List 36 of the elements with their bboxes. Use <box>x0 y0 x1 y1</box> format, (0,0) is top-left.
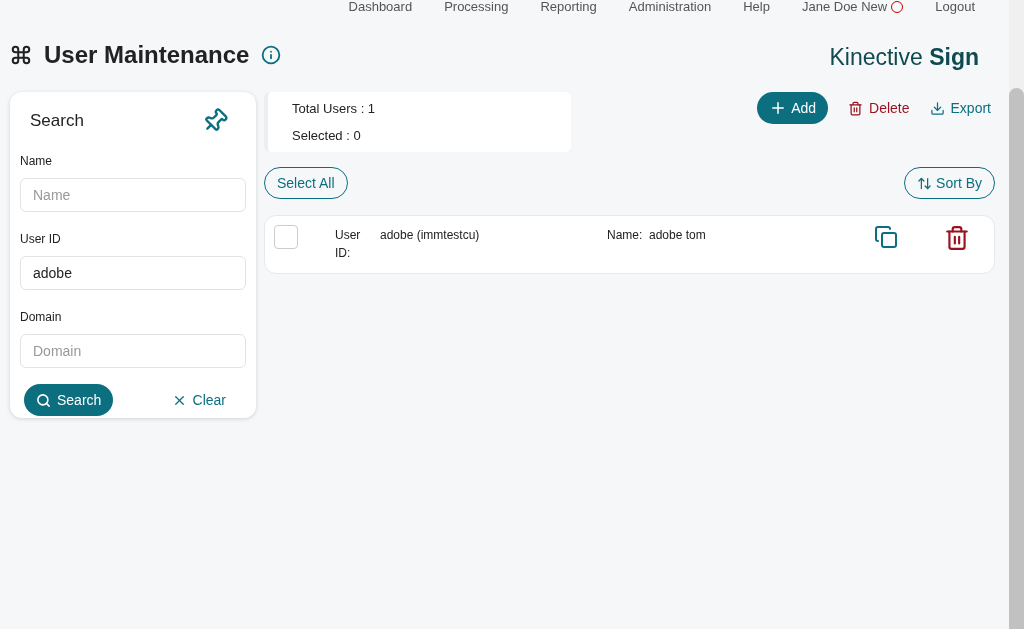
input-field[interactable]: Domain <box>20 334 246 368</box>
field-label: Domain <box>20 309 63 326</box>
search-icon <box>36 392 51 408</box>
nav-link[interactable]: Processing <box>444 0 509 14</box>
delete-button[interactable]: Delete <box>848 97 910 119</box>
page-title: User Maintenance <box>44 40 250 70</box>
scrollbar[interactable] <box>1009 0 1024 629</box>
field-label: User ID: <box>335 227 362 262</box>
input-field[interactable]: adobe <box>20 256 246 290</box>
user-id-text: adobe (immtestcu) <box>380 227 481 244</box>
nav-link[interactable]: Jane Doe New <box>801 0 904 14</box>
field-label: Name <box>20 153 53 170</box>
export-button[interactable]: Export <box>929 97 991 119</box>
sort-icon <box>917 175 933 191</box>
nav-link[interactable]: Dashboard <box>348 0 413 14</box>
total-users-text: Total Users : 1 <box>292 99 377 118</box>
nav-link[interactable]: Logout <box>935 0 975 14</box>
command-icon <box>10 44 32 66</box>
search-button[interactable]: Search <box>24 384 114 416</box>
user-name-text: Name: adobe tom <box>607 227 706 244</box>
trash-icon[interactable] <box>944 225 970 251</box>
input-field[interactable]: Name <box>20 178 246 212</box>
nav-link[interactable]: Reporting <box>540 0 597 14</box>
brand-logo: Kinective Sign <box>829 42 979 72</box>
trash-icon <box>848 100 864 116</box>
panel-title: Search <box>30 110 84 133</box>
selected-count-text: Selected : 0 <box>292 127 362 145</box>
copy-icon[interactable] <box>874 225 898 249</box>
nav-link[interactable]: Help <box>743 0 770 14</box>
field-label: User ID <box>20 231 62 248</box>
clear-button[interactable]: Clear <box>171 389 226 411</box>
nav-link[interactable]: Administration <box>628 0 712 14</box>
download-icon <box>929 100 945 116</box>
row-checkbox[interactable] <box>274 225 298 249</box>
info-icon[interactable] <box>261 45 282 65</box>
add-button[interactable]: Add <box>757 92 829 124</box>
